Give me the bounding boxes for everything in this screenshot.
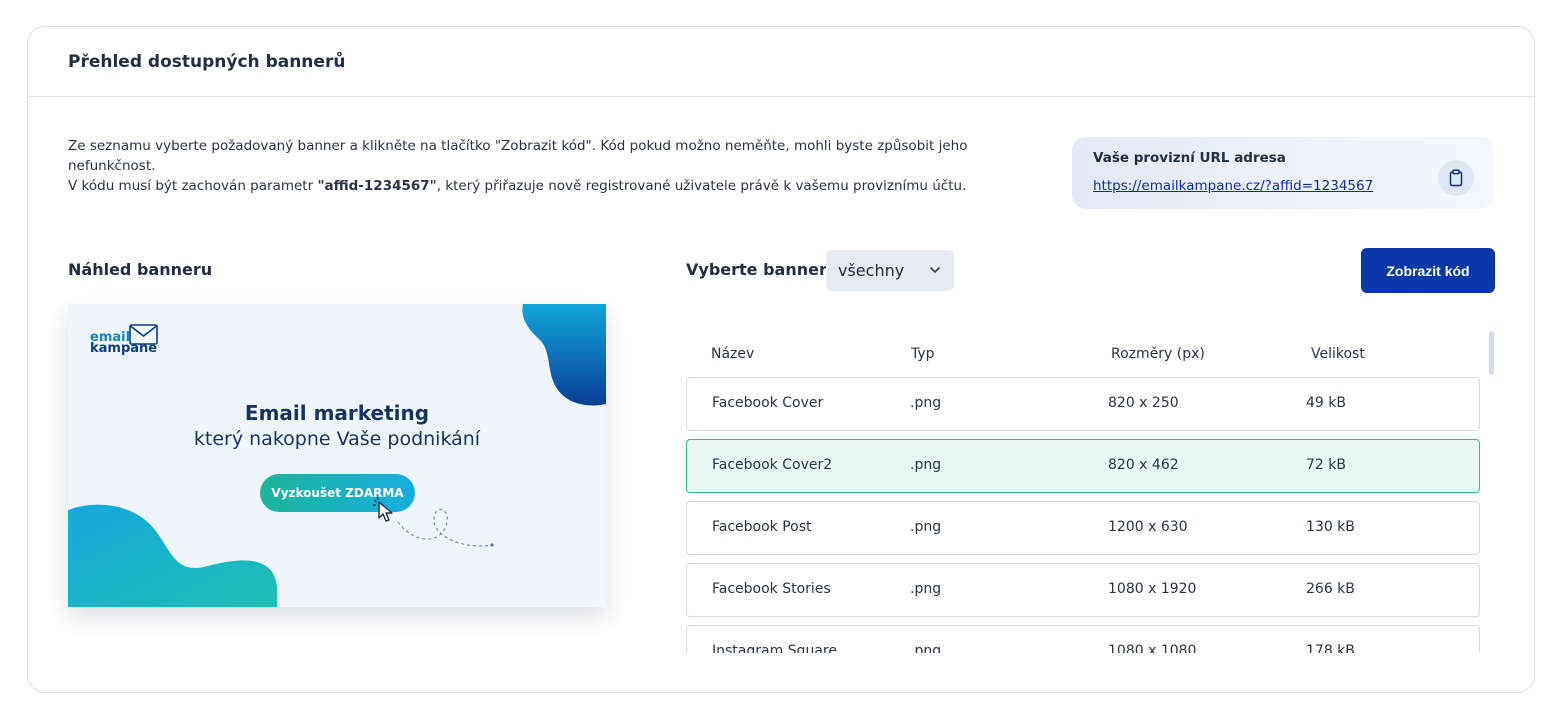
table-row[interactable]: Facebook Stories .png 1080 x 1920 266 kB xyxy=(686,563,1480,617)
banner-overview-card: Přehled dostupných bannerů Ze seznamu vy… xyxy=(27,26,1535,693)
card-header: Přehled dostupných bannerů xyxy=(28,27,1534,97)
cell-dimensions: 1080 x 1920 xyxy=(1108,581,1197,597)
banner-filter-select[interactable]: všechny xyxy=(826,250,954,291)
cell-name: Instagram Square xyxy=(712,643,837,653)
col-header-dimensions: Rozměry (px) xyxy=(1111,346,1205,362)
table-row[interactable]: Instagram Square .png 1080 x 1080 178 kB xyxy=(686,625,1480,653)
copy-url-button[interactable] xyxy=(1438,160,1474,196)
cell-size: 130 kB xyxy=(1306,519,1355,535)
intro-line-1: Ze seznamu vyberte požadovaný banner a k… xyxy=(68,138,968,174)
banner-preview: email kampane Email marketing který nako… xyxy=(68,304,606,607)
col-header-type: Typ xyxy=(911,346,935,362)
affiliate-url-box: Vaše provizní URL adresa https://emailka… xyxy=(1072,137,1494,209)
cursor-pointer-icon xyxy=(373,496,393,522)
affid-param: "affid-1234567" xyxy=(317,178,437,194)
table-row[interactable]: Facebook Cover .png 820 x 250 49 kB xyxy=(686,377,1480,431)
cell-size: 49 kB xyxy=(1306,395,1346,411)
table-scrollbar[interactable] xyxy=(1489,331,1494,375)
col-header-size: Velikost xyxy=(1311,346,1365,362)
cell-name: Facebook Stories xyxy=(712,581,831,597)
table-row[interactable]: Facebook Post .png 1200 x 630 130 kB xyxy=(686,501,1480,555)
banner-headline: Email marketing xyxy=(244,401,430,425)
envelope-icon xyxy=(129,324,158,345)
cell-name: Facebook Post xyxy=(712,519,812,535)
preview-label: Náhled banneru xyxy=(68,260,213,279)
intro-line-2-after: , který přiřazuje nově registrované uživ… xyxy=(436,178,967,194)
chevron-down-icon xyxy=(930,267,940,273)
cell-size: 72 kB xyxy=(1306,457,1346,473)
cell-name: Facebook Cover2 xyxy=(712,457,833,473)
clipboard-icon xyxy=(1449,169,1463,187)
affiliate-url-link[interactable]: https://emailkampane.cz/?affid=1234567 xyxy=(1093,178,1373,194)
card-title: Přehled dostupných bannerů xyxy=(68,51,346,72)
intro-line-2: V kódu musí být zachován parametr "affid… xyxy=(68,176,1048,196)
table-row-selected[interactable]: Facebook Cover2 .png 820 x 462 72 kB xyxy=(686,439,1480,493)
cell-type: .png xyxy=(910,457,942,473)
banner-subline: který nakopne Vaše podnikání xyxy=(193,428,481,450)
cell-dimensions: 820 x 250 xyxy=(1108,395,1179,411)
table-header: Název Typ Rozměry (px) Velikost xyxy=(686,331,1480,377)
cell-size: 178 kB xyxy=(1306,643,1355,653)
cell-size: 266 kB xyxy=(1306,581,1355,597)
cell-name: Facebook Cover xyxy=(712,395,824,411)
cell-type: .png xyxy=(910,395,942,411)
emailkampane-logo: email kampane xyxy=(90,324,162,360)
intro-line-2-before: V kódu musí být zachován parametr xyxy=(68,178,318,194)
cell-type: .png xyxy=(910,643,942,653)
cell-type: .png xyxy=(910,519,942,535)
affiliate-url-label: Vaše provizní URL adresa xyxy=(1093,150,1286,166)
cell-dimensions: 1200 x 630 xyxy=(1108,519,1188,535)
banner-filter-value: všechny xyxy=(838,261,905,280)
intro-text: Ze seznamu vyberte požadovaný banner a k… xyxy=(68,136,1048,196)
col-header-name: Název xyxy=(711,346,755,362)
cell-dimensions: 820 x 462 xyxy=(1108,457,1179,473)
select-banner-label: Vyberte banner xyxy=(686,260,827,279)
show-code-button[interactable]: Zobrazit kód xyxy=(1361,248,1495,293)
cell-type: .png xyxy=(910,581,942,597)
cell-dimensions: 1080 x 1080 xyxy=(1108,643,1197,653)
banner-table: Název Typ Rozměry (px) Velikost Facebook… xyxy=(686,331,1494,653)
